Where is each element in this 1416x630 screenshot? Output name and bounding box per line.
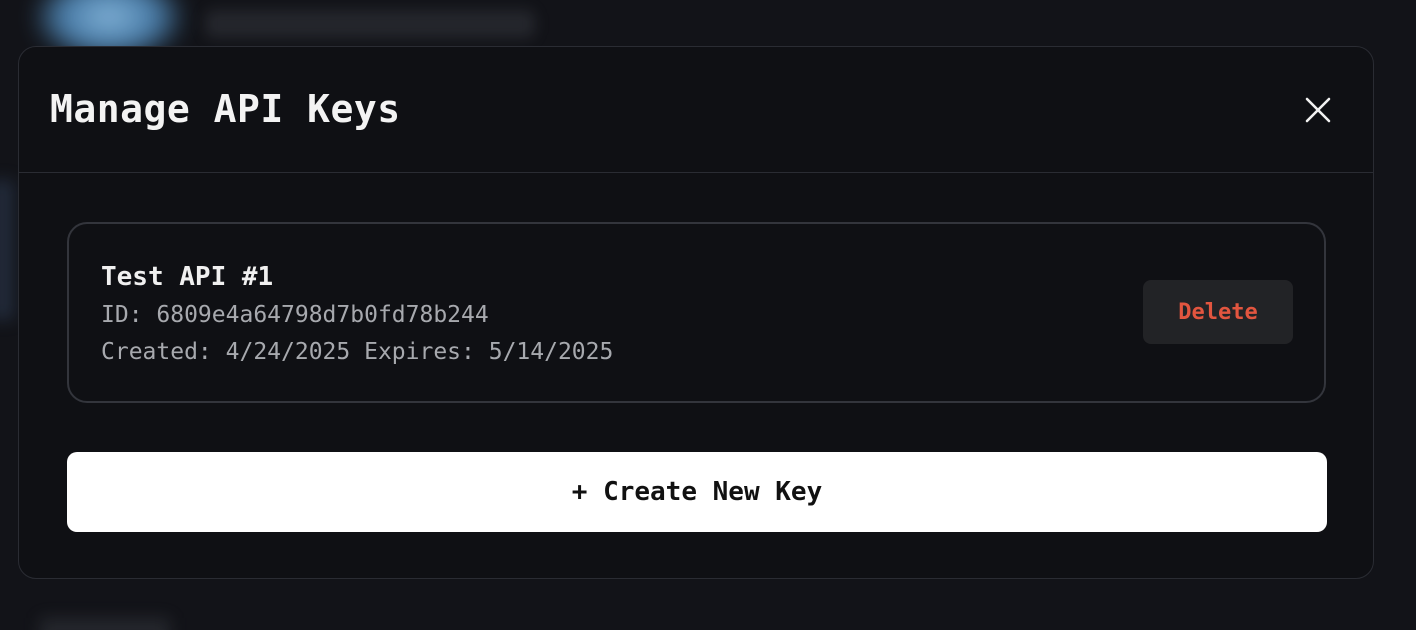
api-key-card: Test API #1 ID: 6809e4a64798d7b0fd78b244…	[67, 222, 1326, 403]
close-button[interactable]	[1301, 93, 1335, 127]
modal-header: Manage API Keys	[19, 47, 1373, 173]
blurred-background-text	[205, 10, 535, 38]
manage-api-keys-modal: Manage API Keys Test API #1 ID: 6809e4a6…	[18, 46, 1374, 579]
blurred-background-element	[40, 618, 170, 630]
api-key-dates: Created: 4/24/2025 Expires: 5/14/2025	[101, 339, 614, 365]
api-key-id: ID: 6809e4a64798d7b0fd78b244	[101, 302, 489, 328]
close-icon	[1305, 97, 1331, 123]
modal-title: Manage API Keys	[50, 87, 401, 131]
api-key-name: Test API #1	[101, 262, 274, 292]
delete-key-button[interactable]: Delete	[1143, 280, 1293, 344]
create-new-key-button[interactable]: + Create New Key	[67, 452, 1327, 532]
blurred-background-sidebar	[0, 180, 14, 320]
